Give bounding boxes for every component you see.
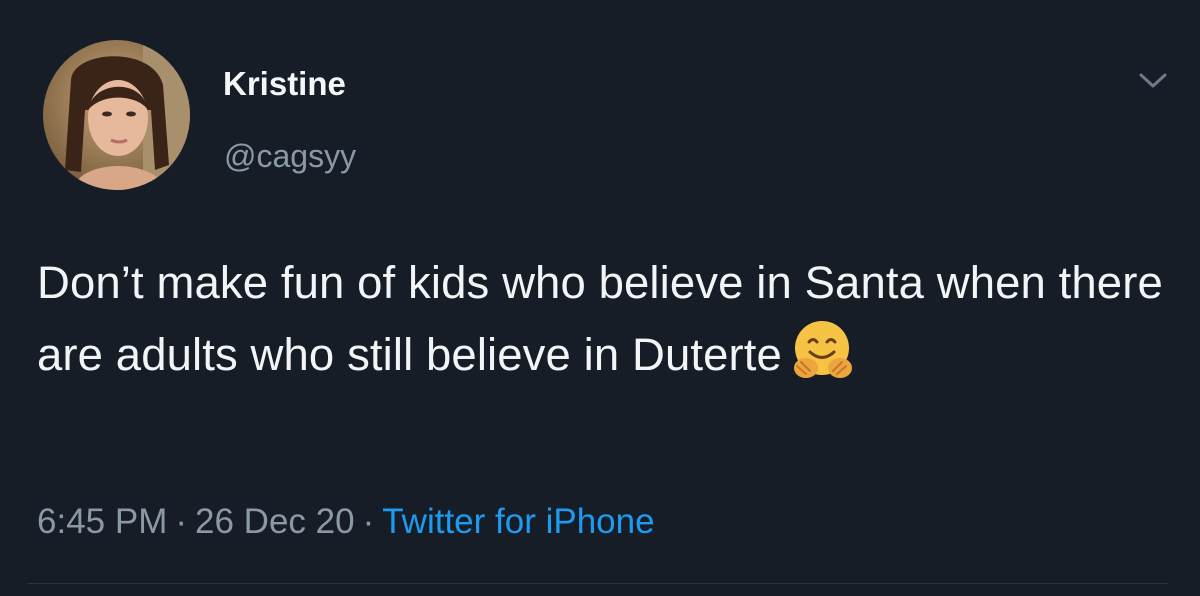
tweet-body: Don’t make fun of kids who believe in Sa… <box>37 247 1177 390</box>
tweet-source-link[interactable]: Twitter for iPhone <box>382 502 654 541</box>
tweet-time[interactable]: 6:45 PM <box>37 502 167 541</box>
tweet-date[interactable]: 26 Dec 20 <box>195 502 355 541</box>
chevron-down-icon[interactable] <box>1135 65 1171 95</box>
hugging-face-emoji <box>788 318 860 384</box>
author-handle[interactable]: @cagsyy <box>224 136 356 176</box>
meta-separator: · <box>362 502 375 541</box>
tweet-card: Kristine @cagsyy Don’t make fun of kids … <box>0 0 1200 596</box>
divider <box>28 583 1168 584</box>
tweet-text: Don’t make fun of kids who believe in Sa… <box>37 257 1163 380</box>
author-display-name[interactable]: Kristine <box>223 64 346 104</box>
meta-separator: · <box>175 502 188 541</box>
avatar-image <box>43 40 190 190</box>
tweet-meta: 6:45 PM · 26 Dec 20 · Twitter for iPhone <box>37 499 655 545</box>
avatar[interactable] <box>43 40 190 190</box>
